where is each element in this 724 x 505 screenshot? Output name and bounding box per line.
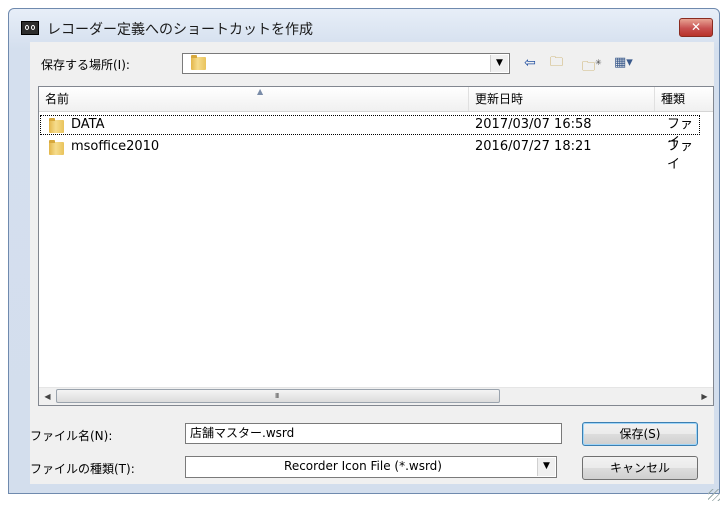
scroll-left-icon[interactable]: ◀ [39, 388, 56, 405]
window-title: レコーダー定義へのショートカットを作成 [47, 22, 313, 38]
location-label: 保存する場所(I): [41, 58, 130, 72]
column-header-date[interactable]: 更新日時 [469, 87, 655, 111]
cancel-button[interactable]: キャンセル [582, 456, 698, 480]
list-item[interactable]: msoffice2010 2016/07/27 18:21 ファイ [39, 136, 713, 172]
view-menu-icon[interactable]: ▦▾ [614, 55, 633, 71]
filename-label: ファイル名(N): [30, 429, 113, 443]
list-item-focus: DATA 2017/03/07 16:58 ファイ [40, 115, 700, 150]
list-item-date: 2017/03/07 16:58 [475, 117, 592, 132]
folder-icon [191, 55, 206, 70]
file-list[interactable]: 名前 ▲ 更新日時 種類 DATA 2017/03/07 16:58 ファイ m… [38, 86, 714, 406]
title-bar[interactable]: レコーダー定義へのショートカットを作成 ✕ [9, 9, 719, 45]
save-button[interactable]: 保存(S) [582, 422, 698, 446]
list-item-type: ファイ [667, 139, 694, 172]
up-folder-icon[interactable]: 🗀 [550, 55, 563, 71]
location-combobox[interactable]: ▼ [182, 53, 510, 74]
column-header-type-label: 種類 [661, 92, 686, 106]
close-button[interactable]: ✕ [679, 18, 713, 37]
horizontal-scrollbar[interactable]: ◀ III ▶ [39, 387, 713, 405]
list-item-date: 2016/07/27 18:21 [475, 139, 592, 154]
filetype-label: ファイルの種類(T): [30, 462, 135, 476]
list-item-name: DATA [71, 117, 105, 132]
column-header-name[interactable]: 名前 [39, 87, 469, 111]
filetype-select[interactable]: Recorder Icon File (*.wsrd) ▼ [185, 456, 557, 478]
column-header-date-label: 更新日時 [475, 92, 524, 106]
back-arrow-icon[interactable]: ⇦ [524, 55, 536, 71]
column-header-name-label: 名前 [45, 92, 70, 106]
folder-icon [49, 118, 64, 133]
dialog-window: レコーダー定義へのショートカットを作成 ✕ 保存する場所(I): ▼ ⇦ 🗀 🗀… [0, 0, 724, 505]
grip-icon: III [275, 392, 279, 400]
folder-icon [49, 140, 64, 155]
list-item-cell: msoffice2010 2016/07/27 18:21 ファイ [41, 138, 699, 172]
list-item[interactable]: DATA 2017/03/07 16:58 ファイ [39, 114, 713, 150]
dialog-client: 保存する場所(I): ▼ ⇦ 🗀 🗀✳ ▦▾ 名前 ▲ 更新日時 種類 DATA… [30, 42, 714, 484]
app-icon [21, 21, 39, 35]
list-item-name: msoffice2010 [71, 139, 160, 154]
list-header: 名前 ▲ 更新日時 種類 [39, 87, 713, 112]
sort-ascending-icon: ▲ [257, 87, 264, 96]
filename-input[interactable]: 店舗マスター.wsrd [185, 423, 562, 444]
resize-grip[interactable] [708, 489, 720, 501]
filetype-value: Recorder Icon File (*.wsrd) [284, 459, 442, 473]
column-header-type[interactable]: 種類 [655, 87, 713, 111]
new-folder-icon[interactable]: 🗀✳ [582, 55, 602, 75]
scrollbar-thumb[interactable]: III [56, 389, 500, 403]
location-dropdown-button[interactable]: ▼ [490, 55, 508, 72]
scroll-right-icon[interactable]: ▶ [696, 388, 713, 405]
filetype-dropdown-button[interactable]: ▼ [537, 458, 555, 476]
